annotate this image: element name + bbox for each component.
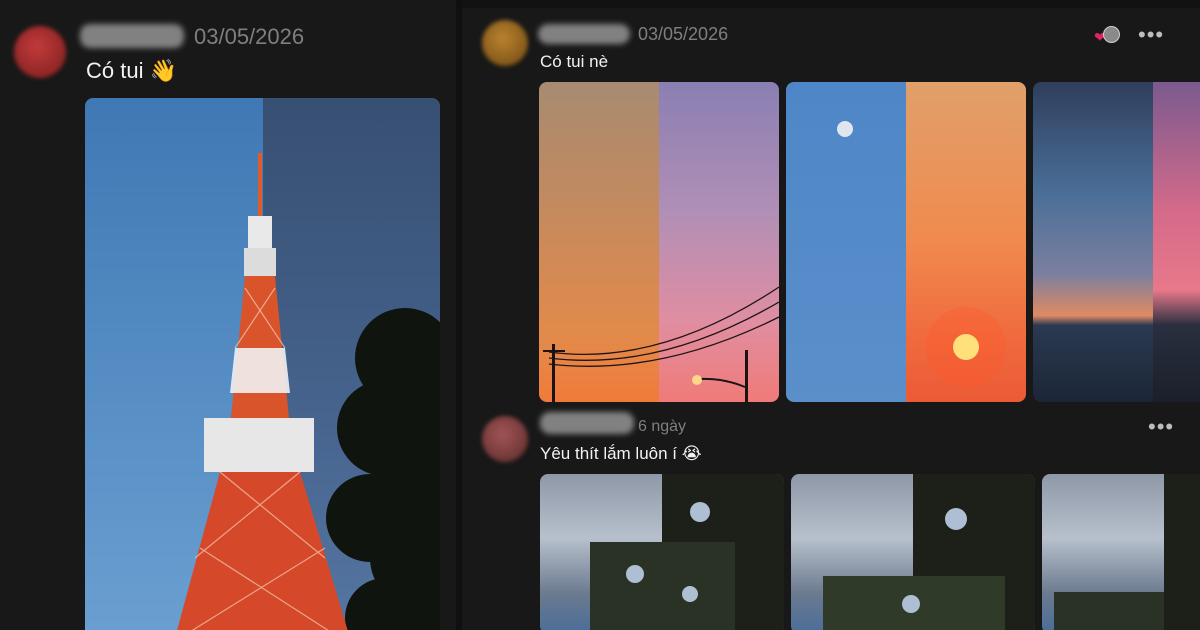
post-photo-tokyo-tower[interactable] (85, 98, 440, 630)
more-options-button[interactable]: ••• (1148, 416, 1174, 438)
username-blurred[interactable] (80, 24, 184, 48)
post-caption: Có tui 👋 (86, 58, 177, 83)
avatar[interactable] (482, 20, 528, 66)
avatar-reaction-icon (1103, 26, 1120, 43)
post-photo-trees-collage[interactable] (540, 474, 784, 630)
post-photo-trees-collage[interactable] (791, 474, 1035, 630)
post-caption: Yêu thít lắm luôn í 😭 (540, 444, 702, 463)
post-photo-ocean-sunset[interactable] (1033, 82, 1200, 402)
post-date: 6 ngày (638, 418, 687, 435)
username-blurred[interactable] (538, 24, 630, 44)
left-post-panel: 03/05/2026 Có tui 👋 (0, 0, 456, 630)
post-caption: Có tui nè (540, 52, 609, 71)
post-photo-trees-collage[interactable] (1042, 474, 1200, 630)
avatar[interactable] (14, 26, 66, 78)
post-date: 03/05/2026 (638, 24, 729, 44)
post-photo-moon-sun[interactable] (786, 82, 1026, 402)
post-photo-sunset-powerlines[interactable] (539, 82, 779, 402)
post-date: 03/05/2026 (194, 24, 305, 49)
username-blurred[interactable] (540, 412, 634, 434)
tower-drawing (177, 153, 348, 630)
more-options-button[interactable]: ••• (1138, 24, 1164, 46)
right-feed-panel: 03/05/2026 Có tui nè ❤ ••• 6 ngày Yêu th… (462, 0, 1200, 630)
avatar[interactable] (482, 416, 528, 462)
